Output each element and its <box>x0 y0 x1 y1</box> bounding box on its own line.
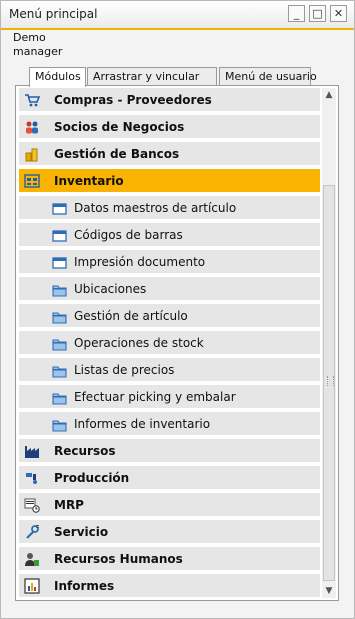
menu-item-servicio[interactable]: Servicio <box>19 520 320 545</box>
minimize-button[interactable]: _ <box>288 5 305 22</box>
folder-icon <box>52 310 68 326</box>
menu-item-label: Impresión documento <box>74 255 206 269</box>
menu-item-label: Recursos Humanos <box>54 552 183 566</box>
menu-item-label: Operaciones de stock <box>74 336 204 350</box>
menu-item-label: Efectuar picking y embalar <box>74 390 236 404</box>
menu-item-informes-de-inventario[interactable]: Informes de inventario <box>19 412 320 437</box>
main-menu-window: Menú principal _ □ ✕ Demo manager Módulo… <box>0 0 355 619</box>
title-bar[interactable]: Menú principal _ □ ✕ <box>1 1 354 30</box>
menu-item-gestion-de-articulo[interactable]: Gestión de artículo <box>19 304 320 329</box>
vertical-scrollbar[interactable]: ▲ ▼ <box>322 88 336 598</box>
menu-item-label: Gestión de artículo <box>74 309 188 323</box>
menu-item-informes[interactable]: Informes <box>19 574 320 599</box>
coins-icon <box>24 146 40 162</box>
report-icon <box>24 578 40 594</box>
close-button[interactable]: ✕ <box>330 5 347 22</box>
menu-item-efectuar-picking-y-embalar[interactable]: Efectuar picking y embalar <box>19 385 320 410</box>
menu-item-recursos[interactable]: Recursos <box>19 439 320 464</box>
company-name: Demo <box>13 31 46 44</box>
menu-item-socios-de-negocios[interactable]: Socios de Negocios <box>19 115 320 140</box>
tab-arrastrar-vincular[interactable]: Arrastrar y vincular <box>87 67 217 85</box>
menu-item-label: Socios de Negocios <box>54 120 185 134</box>
mrp-icon <box>24 497 40 513</box>
menu-item-label: Códigos de barras <box>74 228 183 242</box>
menu-item-label: Compras - Proveedores <box>54 93 212 107</box>
grip-icon <box>327 376 334 386</box>
menu-item-label: Informes <box>54 579 115 593</box>
window-title: Menú principal <box>9 7 98 21</box>
folder-icon <box>52 391 68 407</box>
menu-item-ubicaciones[interactable]: Ubicaciones <box>19 277 320 302</box>
menu-item-mrp[interactable]: MRP <box>19 493 320 518</box>
scroll-up-icon[interactable]: ▲ <box>322 88 336 102</box>
menu-item-compras-proveedores[interactable]: Compras - Proveedores <box>19 88 320 113</box>
menu-item-label: Informes de inventario <box>74 417 211 431</box>
menu-item-label: Producción <box>54 471 130 485</box>
menu-item-codigos-de-barras[interactable]: Códigos de barras <box>19 223 320 248</box>
menu-item-listas-de-precios[interactable]: Listas de precios <box>19 358 320 383</box>
menu-item-gestion-de-bancos[interactable]: Gestión de Bancos <box>19 142 320 167</box>
menu-item-datos-maestros-de-articulo[interactable]: Datos maestros de artículo <box>19 196 320 221</box>
menu-item-label: MRP <box>54 498 84 512</box>
menu-item-label: Ubicaciones <box>74 282 147 296</box>
form-icon <box>52 202 68 218</box>
folder-icon <box>52 337 68 353</box>
hr-icon <box>24 551 40 567</box>
maximize-button[interactable]: □ <box>309 5 326 22</box>
menu-item-impresion-documento[interactable]: Impresión documento <box>19 250 320 275</box>
cart-icon <box>24 92 41 108</box>
tab-modulos[interactable]: Módulos <box>29 67 86 87</box>
wrench-icon <box>24 524 40 540</box>
scroll-down-icon[interactable]: ▼ <box>322 584 336 598</box>
people-icon <box>24 119 40 135</box>
menu-item-label: Gestión de Bancos <box>54 147 180 161</box>
form-icon <box>52 256 68 272</box>
menu-item-label: Listas de precios <box>74 363 175 377</box>
menu-item-label: Servicio <box>54 525 109 539</box>
menu-item-inventario[interactable]: Inventario <box>19 169 320 194</box>
tab-menu-usuario[interactable]: Menú de usuario <box>219 67 317 85</box>
menu-item-operaciones-de-stock[interactable]: Operaciones de stock <box>19 331 320 356</box>
factory-icon <box>24 443 40 459</box>
menu-item-produccion[interactable]: Producción <box>19 466 320 491</box>
menu-item-label: Datos maestros de artículo <box>74 201 237 215</box>
menu-item-label: Recursos <box>54 444 116 458</box>
modules-panel: Compras - Proveedores Socios de Negocios G… <box>15 85 339 601</box>
folder-icon <box>52 418 68 434</box>
form-icon <box>52 229 68 245</box>
inventory-icon <box>24 173 40 189</box>
menu-item-recursos-humanos[interactable]: Recursos Humanos <box>19 547 320 572</box>
scroll-thumb[interactable] <box>323 185 335 581</box>
user-info: Demo manager <box>13 31 62 59</box>
production-icon <box>24 470 40 486</box>
user-name: manager <box>13 45 63 58</box>
folder-icon <box>52 364 68 380</box>
folder-icon <box>52 283 68 299</box>
menu-item-label: Inventario <box>54 174 124 188</box>
